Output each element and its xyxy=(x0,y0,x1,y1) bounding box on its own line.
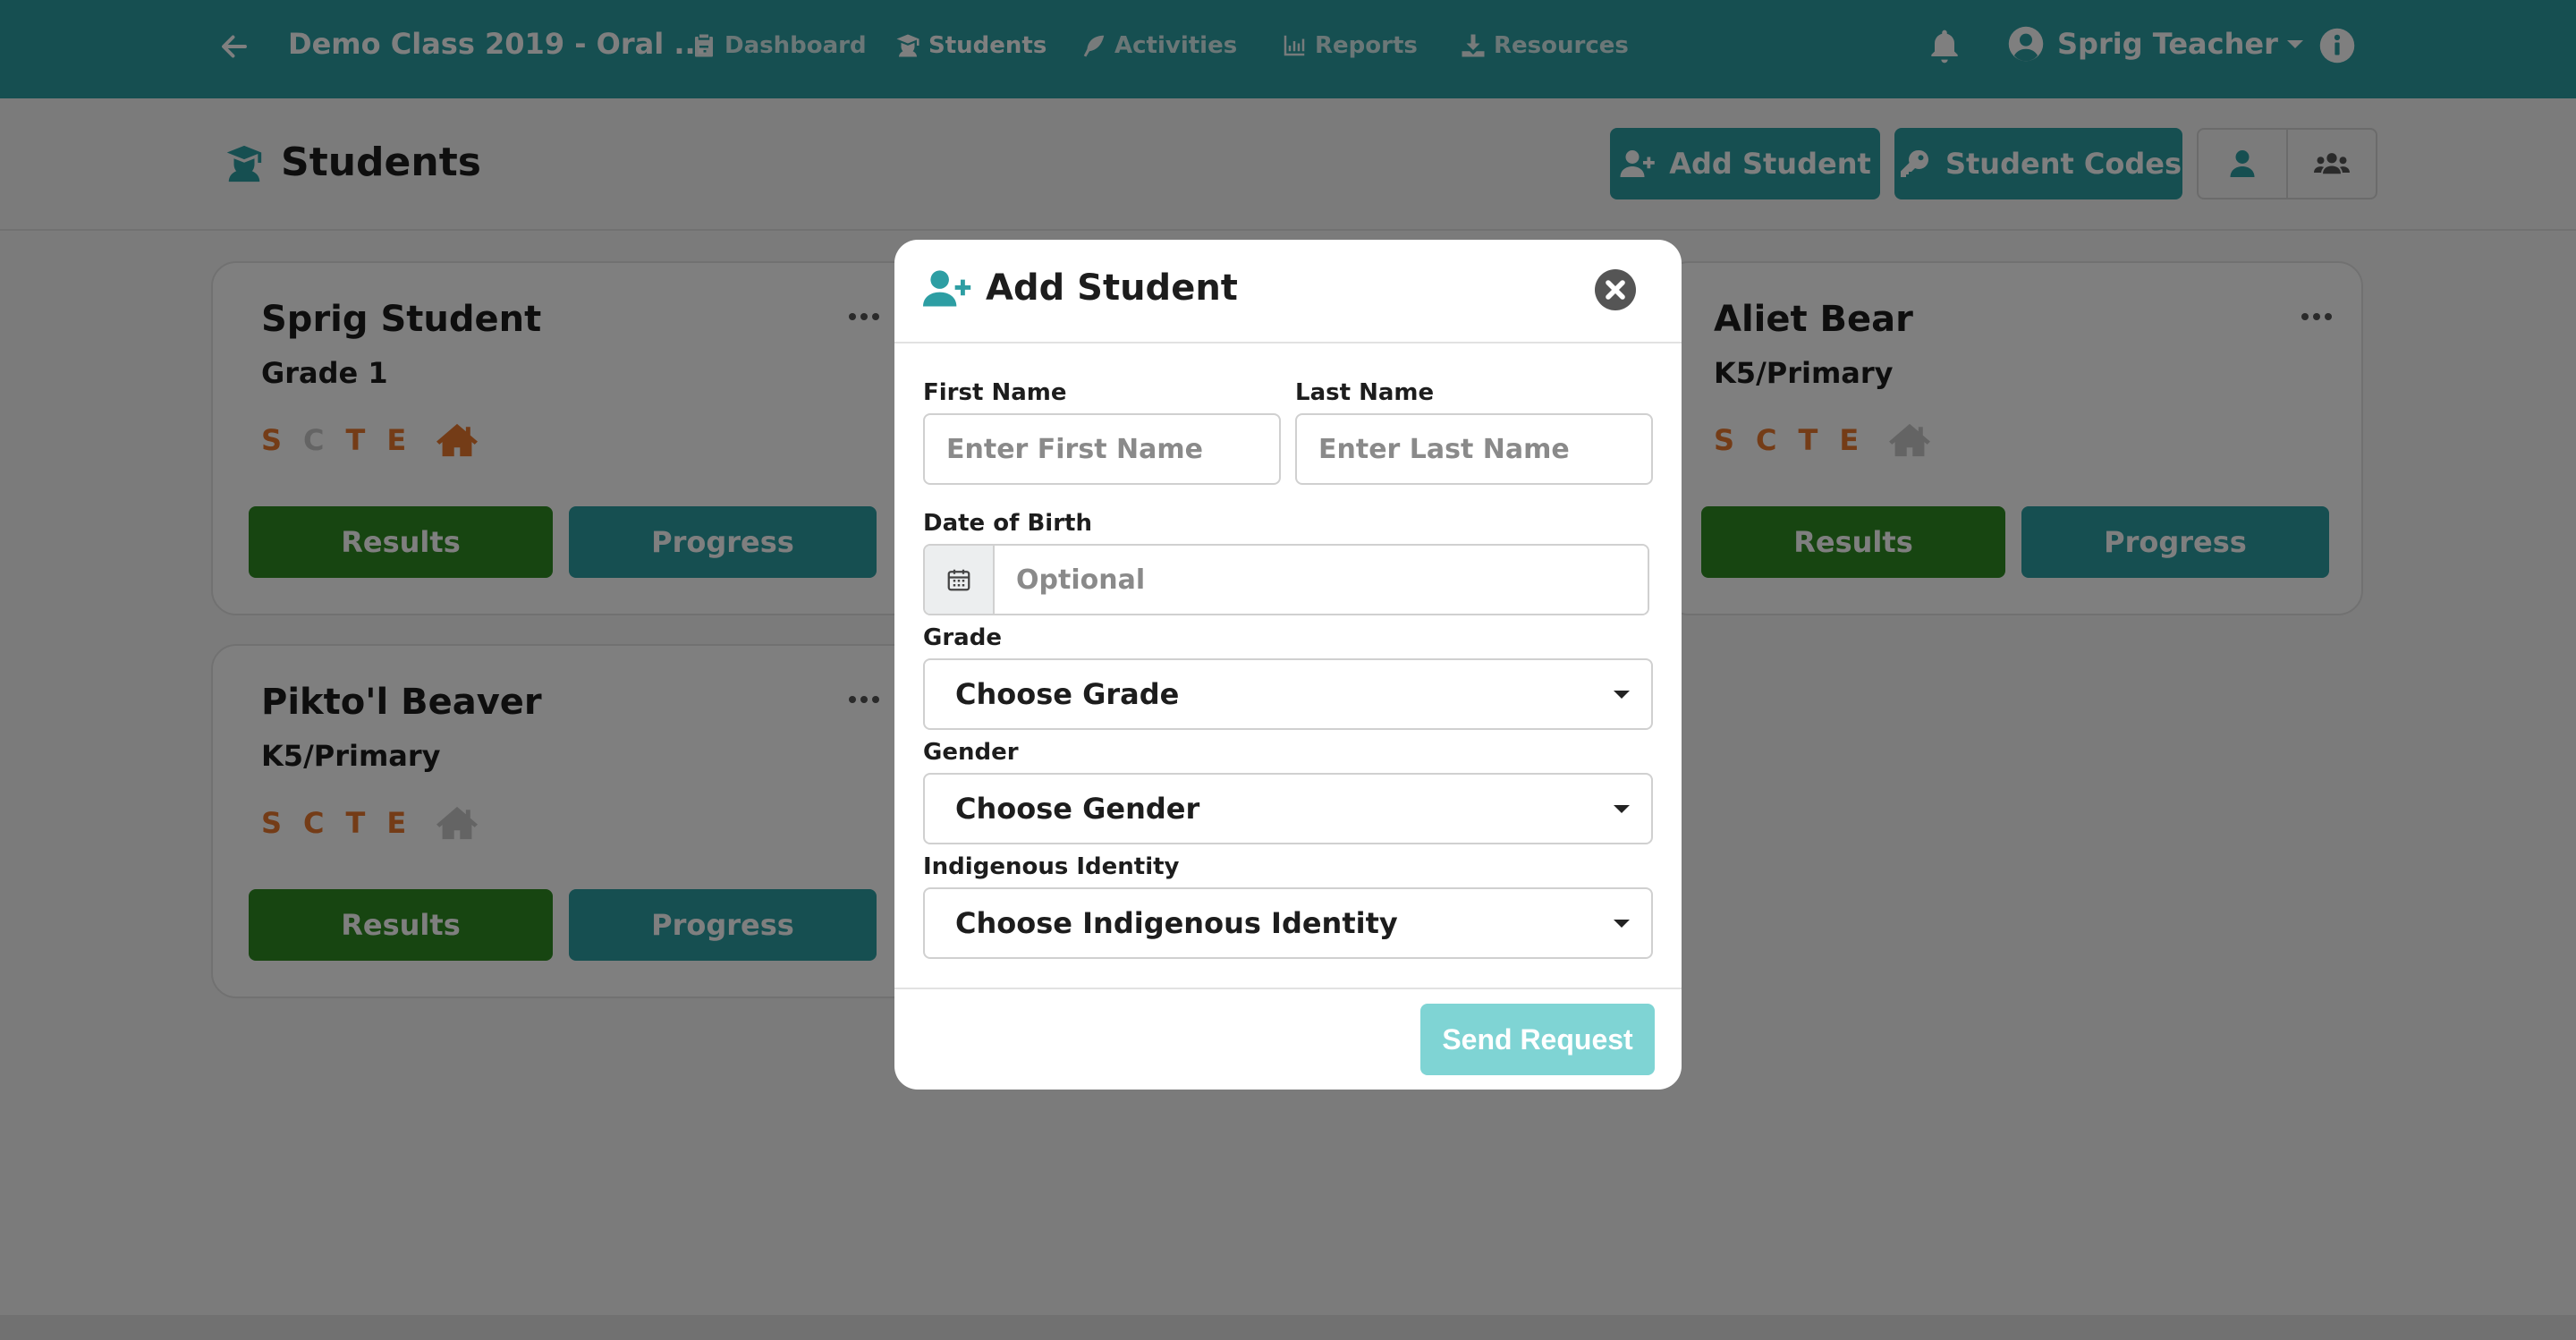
user-plus-icon xyxy=(923,270,971,307)
first-name-input[interactable] xyxy=(923,413,1281,485)
last-name-label: Last Name xyxy=(1295,379,1435,406)
chevron-down-icon xyxy=(1614,920,1630,928)
grade-select[interactable]: Choose Grade xyxy=(923,658,1653,730)
dob-field xyxy=(923,544,1649,615)
close-icon[interactable] xyxy=(1594,268,1637,311)
calendar-button[interactable] xyxy=(925,546,995,614)
calendar-icon xyxy=(947,569,970,591)
grade-label: Grade xyxy=(923,624,1002,651)
modal-header: Add Student xyxy=(894,240,1682,343)
first-name-label: First Name xyxy=(923,379,1067,406)
gender-select[interactable]: Choose Gender xyxy=(923,773,1653,844)
modal-title: Add Student xyxy=(923,267,1238,310)
bottom-strip xyxy=(0,1315,2576,1340)
last-name-input[interactable] xyxy=(1295,413,1653,485)
chevron-down-icon xyxy=(1614,805,1630,813)
gender-select-value: Choose Gender xyxy=(955,792,1200,826)
modal-title-text: Add Student xyxy=(986,267,1238,309)
modal-footer-divider xyxy=(894,988,1682,989)
dob-input[interactable] xyxy=(995,546,1648,614)
dob-label: Date of Birth xyxy=(923,510,1092,537)
add-student-modal: Add Student First Name Last Name Date of… xyxy=(894,240,1682,1090)
send-request-button[interactable]: Send Request xyxy=(1420,1004,1655,1075)
gender-label: Gender xyxy=(923,739,1019,766)
chevron-down-icon xyxy=(1614,691,1630,699)
indigenous-select[interactable]: Choose Indigenous Identity xyxy=(923,887,1653,959)
grade-select-value: Choose Grade xyxy=(955,677,1180,711)
indigenous-select-value: Choose Indigenous Identity xyxy=(955,906,1398,940)
indigenous-label: Indigenous Identity xyxy=(923,853,1180,880)
